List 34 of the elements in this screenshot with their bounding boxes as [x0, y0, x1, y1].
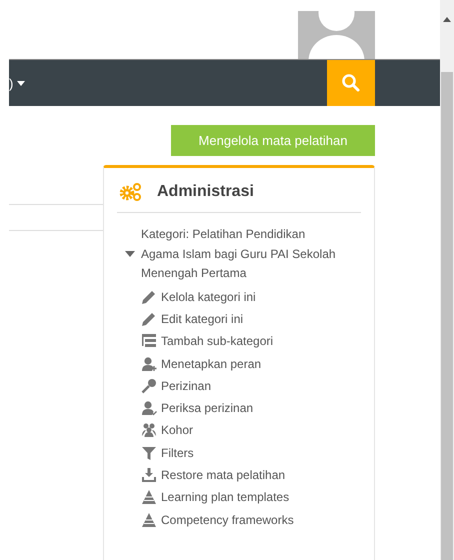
admin-link[interactable]: Competency frameworks: [161, 512, 294, 527]
avatar-icon: [298, 11, 375, 59]
search-icon: [341, 73, 361, 93]
admin-link[interactable]: Perizinan: [161, 378, 212, 393]
key-icon: [141, 378, 157, 394]
pyramid-icon: [141, 489, 157, 506]
scrollbar-thumb[interactable]: [441, 72, 453, 560]
users-icon: [141, 422, 157, 438]
block-title: Administrasi: [157, 183, 254, 201]
pencil-icon: [141, 310, 157, 327]
menu-dropdown[interactable]: ): [9, 76, 26, 90]
download-icon: [141, 467, 157, 484]
admin-link[interactable]: Kohor: [161, 423, 194, 438]
category-node[interactable]: Kategori: Pelatihan Pendidikan Agama Islam bagi Guru PAI Sekolah Menengah Pertama: [141, 225, 341, 284]
admin-link[interactable]: Filters: [161, 446, 194, 460]
search-button[interactable]: [327, 60, 375, 106]
admin-link[interactable]: Learning plan templates: [161, 490, 290, 504]
user-add-icon: [141, 356, 157, 372]
pencil-icon: [141, 288, 157, 305]
admin-link[interactable]: Restore mata pelatihan: [161, 468, 286, 482]
scrollbar[interactable]: [440, 0, 454, 560]
scroll-up-icon[interactable]: [443, 17, 451, 22]
admin-link[interactable]: Menetapkan peran: [161, 356, 262, 371]
filter-icon: [141, 444, 157, 461]
tree-list-icon: [141, 333, 157, 350]
gears-icon: [119, 182, 143, 202]
pyramid-icon: [141, 512, 157, 528]
admin-link[interactable]: Tambah sub-kategori: [161, 334, 274, 348]
caret-icon: [17, 80, 26, 86]
user-check-icon: [141, 400, 157, 416]
admin-link[interactable]: Edit kategori ini: [161, 312, 244, 326]
expand-caret-icon[interactable]: [125, 251, 135, 258]
admin-link[interactable]: Periksa perizinan: [161, 401, 254, 416]
admin-link[interactable]: Kelola kategori ini: [161, 290, 256, 304]
